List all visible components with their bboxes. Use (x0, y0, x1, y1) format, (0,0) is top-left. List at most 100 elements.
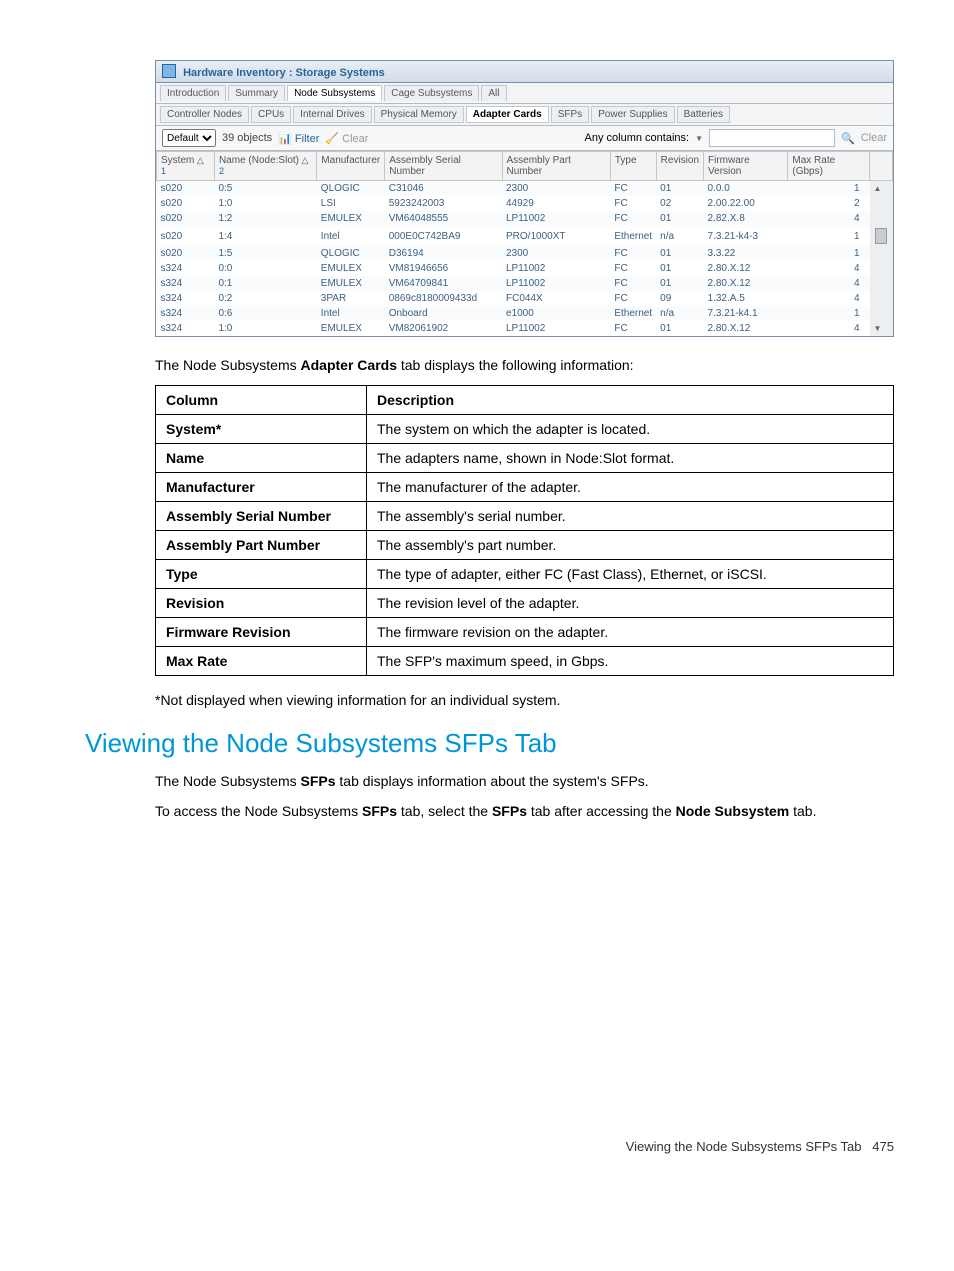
cell: FC (610, 276, 656, 291)
clear-icon: 🧹 (325, 133, 339, 145)
subtab-controller-nodes[interactable]: Controller Nodes (160, 106, 249, 123)
cell: VM81946656 (385, 261, 502, 276)
subtab-cpus[interactable]: CPUs (251, 106, 291, 123)
scrollbar[interactable] (870, 291, 893, 306)
data-grid: System △ 1Name (Node:Slot) △ 2Manufactur… (156, 151, 893, 336)
subtab-internal-drives[interactable]: Internal Drives (293, 106, 371, 123)
table-row[interactable]: s0201:0LSI592324200344929FC022.00.22.002 (157, 196, 893, 211)
table-row[interactable]: s3241:0EMULEXVM82061902LP11002FC012.80.X… (157, 321, 893, 336)
cell: 0:2 (214, 291, 316, 306)
cell: 4 (788, 291, 870, 306)
cell: 4 (788, 276, 870, 291)
scrollbar[interactable] (870, 196, 893, 211)
sub-tabs: Controller NodesCPUsInternal DrivesPhysi… (156, 104, 893, 126)
column-header[interactable]: Max Rate (Gbps) (788, 152, 870, 181)
clear-filter-link[interactable]: 🧹 Clear (325, 132, 368, 145)
cell: 3.3.22 (704, 246, 788, 261)
table-row: Assembly Part NumberThe assembly's part … (156, 531, 894, 560)
column-header[interactable]: Name (Node:Slot) △ 2 (214, 152, 316, 181)
cell: FC (610, 321, 656, 336)
cell: 1:5 (214, 246, 316, 261)
subtab-physical-memory[interactable]: Physical Memory (374, 106, 464, 123)
cell: LSI (317, 196, 385, 211)
cell: FC044X (502, 291, 610, 306)
cell: s020 (157, 211, 215, 226)
search-input[interactable] (709, 129, 835, 147)
cell: EMULEX (317, 276, 385, 291)
cell: s324 (157, 261, 215, 276)
scrollbar[interactable] (870, 306, 893, 321)
cell: 0:1 (214, 276, 316, 291)
section-p1: The Node Subsystems SFPs tab displays in… (155, 773, 894, 789)
cell: Intel (317, 226, 385, 246)
table-row[interactable]: s3240:0EMULEXVM81946656LP11002FC012.80.X… (157, 261, 893, 276)
tab-cage-subsystems[interactable]: Cage Subsystems (384, 85, 479, 101)
tab-summary[interactable]: Summary (228, 85, 285, 101)
cell: LP11002 (502, 211, 610, 226)
cell: 1 (788, 306, 870, 321)
table-row[interactable]: s0201:2EMULEXVM64048555LP11002FC012.82.X… (157, 211, 893, 226)
clear-search-link[interactable]: Clear (861, 132, 887, 144)
table-row[interactable]: s0200:5QLOGICC310462300FC010.0.01▲ (157, 181, 893, 197)
subtab-batteries[interactable]: Batteries (677, 106, 730, 123)
cell: EMULEX (317, 261, 385, 276)
scrollbar[interactable] (870, 211, 893, 226)
desc-description: The assembly's serial number. (367, 502, 894, 531)
column-header[interactable]: Firmware Version (704, 152, 788, 181)
scrollbar[interactable] (870, 246, 893, 261)
scrollbar[interactable] (870, 226, 893, 246)
table-row[interactable]: s0201:4Intel000E0C742BA9PRO/1000XTEthern… (157, 226, 893, 246)
tab-all[interactable]: All (481, 85, 506, 101)
dropdown-icon[interactable]: ▼ (695, 134, 703, 143)
object-count: 39 objects (222, 132, 272, 144)
cell: s324 (157, 276, 215, 291)
column-header[interactable]: Assembly Part Number (502, 152, 610, 181)
desc-description: The firmware revision on the adapter. (367, 618, 894, 647)
desc-column: Max Rate (156, 647, 367, 676)
scrollbar[interactable] (870, 276, 893, 291)
column-header[interactable]: Type (610, 152, 656, 181)
column-header[interactable]: System △ 1 (157, 152, 215, 181)
view-select[interactable]: Default (162, 129, 216, 147)
subtab-power-supplies[interactable]: Power Supplies (591, 106, 674, 123)
column-header[interactable]: Manufacturer (317, 152, 385, 181)
tab-introduction[interactable]: Introduction (160, 85, 226, 101)
table-row[interactable]: s3240:23PAR0869c8180009433dFC044XFC091.3… (157, 291, 893, 306)
cell: 01 (656, 276, 703, 291)
cell: Onboard (385, 306, 502, 321)
desc-description: The type of adapter, either FC (Fast Cla… (367, 560, 894, 589)
subtab-sfps[interactable]: SFPs (551, 106, 589, 123)
subtab-adapter-cards[interactable]: Adapter Cards (466, 106, 549, 123)
scrollbar[interactable]: ▼ (870, 321, 893, 336)
cell: Ethernet (610, 306, 656, 321)
tab-node-subsystems[interactable]: Node Subsystems (287, 85, 382, 101)
search-icon[interactable]: 🔍 (841, 132, 855, 145)
cell: 5923242003 (385, 196, 502, 211)
cell: 1:0 (214, 321, 316, 336)
table-row[interactable]: s3240:6IntelOnboarde1000Ethernetn/a7.3.2… (157, 306, 893, 321)
cell: 01 (656, 321, 703, 336)
cell: 1:2 (214, 211, 316, 226)
cell: Intel (317, 306, 385, 321)
scrollbar[interactable]: ▲ (870, 181, 893, 197)
cell: LP11002 (502, 321, 610, 336)
table-row: RevisionThe revision level of the adapte… (156, 589, 894, 618)
cell: 0869c8180009433d (385, 291, 502, 306)
desc-description: The system on which the adapter is locat… (367, 415, 894, 444)
scrollbar[interactable] (870, 261, 893, 276)
cell: 2.00.22.00 (704, 196, 788, 211)
section-p2: To access the Node Subsystems SFPs tab, … (155, 803, 894, 819)
desc-description: The SFP's maximum speed, in Gbps. (367, 647, 894, 676)
column-header[interactable]: Revision (656, 152, 703, 181)
table-row: ManufacturerThe manufacturer of the adap… (156, 473, 894, 502)
column-header[interactable]: Assembly Serial Number (385, 152, 502, 181)
cell: 4 (788, 261, 870, 276)
top-tabs: IntroductionSummaryNode SubsystemsCage S… (156, 83, 893, 104)
desc-column: Name (156, 444, 367, 473)
table-row[interactable]: s0201:5QLOGICD361942300FC013.3.221 (157, 246, 893, 261)
intro-paragraph: The Node Subsystems Adapter Cards tab di… (155, 357, 894, 373)
table-row[interactable]: s3240:1EMULEXVM64709841LP11002FC012.80.X… (157, 276, 893, 291)
cell: s020 (157, 226, 215, 246)
filter-icon: 📊 (278, 133, 292, 145)
filter-link[interactable]: 📊 Filter (278, 132, 319, 145)
